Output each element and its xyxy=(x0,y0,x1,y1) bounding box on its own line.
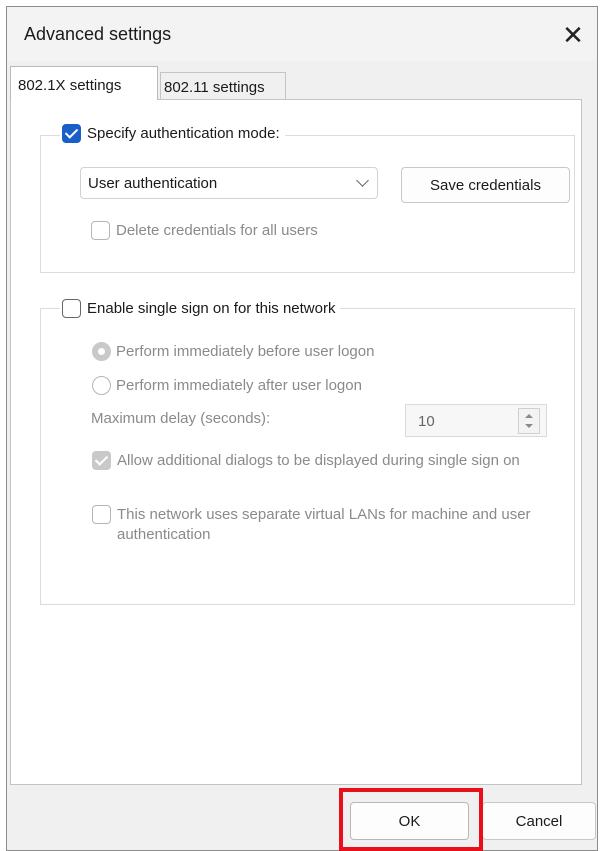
specify-auth-mode-checkbox[interactable] xyxy=(62,124,81,143)
auth-mode-value: User authentication xyxy=(88,175,218,192)
spin-down-icon[interactable] xyxy=(525,424,533,428)
perform-after-logon-radio[interactable] xyxy=(92,376,111,395)
spin-up-icon[interactable] xyxy=(525,414,533,418)
allow-dialogs-row: Allow additional dialogs to be displayed… xyxy=(92,451,549,471)
delete-credentials-label: Delete credentials for all users xyxy=(116,222,318,239)
spinner-arrows[interactable] xyxy=(518,408,540,434)
sso-legend: Enable single sign on for this network xyxy=(60,299,341,318)
max-delay-value: 10 xyxy=(418,413,435,430)
separate-vlans-row: This network uses separate virtual LANs … xyxy=(92,505,549,545)
ok-highlight-box xyxy=(339,788,483,851)
tab-80211-settings[interactable]: 802.11 settings xyxy=(160,72,286,100)
dialog-title: Advanced settings xyxy=(24,24,172,44)
auth-mode-legend: Specify authentication mode: xyxy=(60,124,285,143)
enable-sso-label: Enable single sign on for this network xyxy=(87,300,336,317)
radio-before-row: Perform immediately before user logon xyxy=(92,342,374,361)
max-delay-label-row: Maximum delay (seconds): xyxy=(91,410,270,427)
save-credentials-button[interactable]: Save credentials xyxy=(401,167,570,203)
cancel-button[interactable]: Cancel xyxy=(482,802,596,840)
separate-vlans-label: This network uses separate virtual LANs … xyxy=(117,506,531,543)
auth-mode-group xyxy=(40,135,575,273)
title-bar: Advanced settings ✕ xyxy=(7,7,597,61)
max-delay-label: Maximum delay (seconds): xyxy=(91,410,271,427)
specify-auth-mode-label: Specify authentication mode: xyxy=(87,125,280,142)
auth-mode-dropdown[interactable]: User authentication xyxy=(80,167,378,199)
perform-before-logon-label: Perform immediately before user logon xyxy=(116,343,375,360)
separate-vlans-checkbox[interactable] xyxy=(92,505,111,524)
radio-after-row: Perform immediately after user logon xyxy=(92,376,362,395)
allow-dialogs-checkbox[interactable] xyxy=(92,451,111,470)
allow-dialogs-label: Allow additional dialogs to be displayed… xyxy=(117,452,520,469)
enable-sso-checkbox[interactable] xyxy=(62,299,81,318)
chevron-down-icon xyxy=(356,174,369,187)
max-delay-spinner[interactable]: 10 xyxy=(405,404,547,437)
close-icon[interactable]: ✕ xyxy=(553,15,593,55)
perform-before-logon-radio[interactable] xyxy=(92,342,111,361)
delete-credentials-row: Delete credentials for all users xyxy=(91,221,356,240)
delete-credentials-checkbox[interactable] xyxy=(91,221,110,240)
tab-8021x-settings[interactable]: 802.1X settings xyxy=(10,66,158,100)
perform-after-logon-label: Perform immediately after user logon xyxy=(116,377,362,394)
